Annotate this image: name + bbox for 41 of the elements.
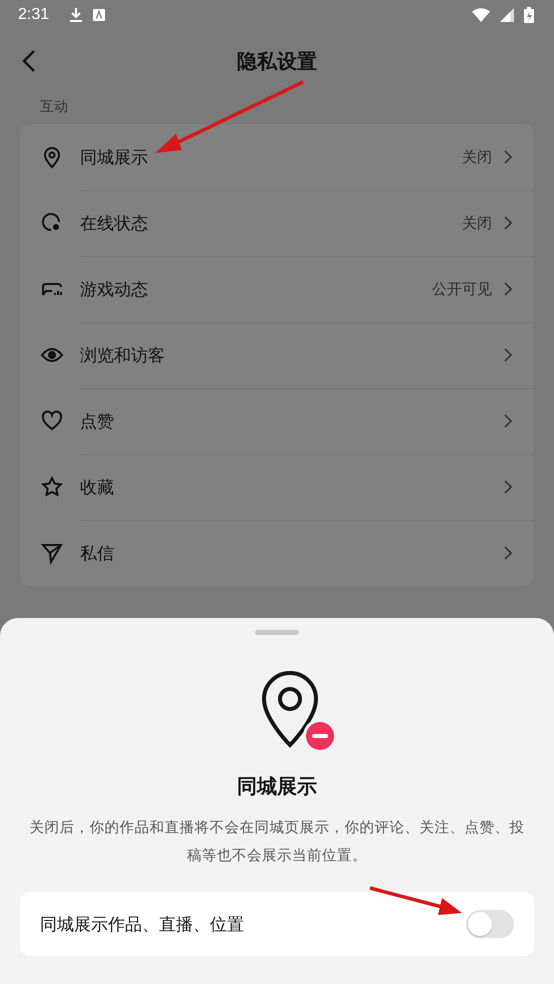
- sheet-handle[interactable]: [255, 630, 299, 635]
- signal-icon: [500, 8, 514, 22]
- status-time: 2:31: [18, 6, 50, 24]
- chevron-icon: [504, 348, 512, 362]
- section-label: 互动: [39, 98, 69, 117]
- toggle-switch[interactable]: [466, 910, 514, 938]
- row-value: 关闭: [462, 214, 492, 232]
- settings-row[interactable]: 在线状态 关闭: [20, 190, 534, 256]
- row-label: 在线状态: [80, 212, 149, 234]
- row-label: 私信: [80, 542, 115, 564]
- settings-row[interactable]: 浏览和访客: [20, 322, 534, 388]
- row-label: 同城展示: [80, 146, 149, 168]
- wifi-icon: [472, 8, 490, 22]
- chevron-icon: [504, 282, 512, 296]
- notification-icon: [93, 9, 106, 21]
- download-icon: [69, 7, 84, 23]
- row-label: 游戏动态: [80, 278, 149, 300]
- star-icon: [40, 475, 64, 499]
- chevron-icon: [504, 414, 512, 428]
- row-value: 关闭: [462, 148, 492, 166]
- chevron-icon: [504, 546, 512, 560]
- settings-row[interactable]: 同城展示 关闭: [20, 124, 534, 190]
- row-value: 公开可见: [432, 280, 492, 298]
- chevron-icon: [504, 216, 512, 230]
- sheet-title: 同城展示: [237, 773, 317, 800]
- settings-row[interactable]: 私信: [20, 520, 534, 586]
- settings-row[interactable]: 点赞: [20, 388, 534, 454]
- chevron-icon: [504, 480, 512, 494]
- row-label: 浏览和访客: [80, 344, 166, 366]
- battery-icon: [524, 7, 534, 23]
- settings-row[interactable]: 收藏: [20, 454, 534, 520]
- settings-row[interactable]: 游戏动态 公开可见: [20, 256, 534, 322]
- row-label: 点赞: [80, 410, 115, 432]
- back-icon[interactable]: [22, 49, 36, 73]
- chevron-icon: [504, 150, 512, 164]
- option-label: 同城展示作品、直播、位置: [40, 914, 245, 936]
- heart-icon: [40, 409, 64, 433]
- row-label: 收藏: [80, 476, 115, 498]
- send-icon: [40, 541, 64, 565]
- page-title: 隐私设置: [237, 48, 317, 74]
- sheet-description: 关闭后，你的作品和直播将不会在同城页展示，你的评论、关注、点赞、投稿等也不会展示当前位置。: [28, 819, 526, 866]
